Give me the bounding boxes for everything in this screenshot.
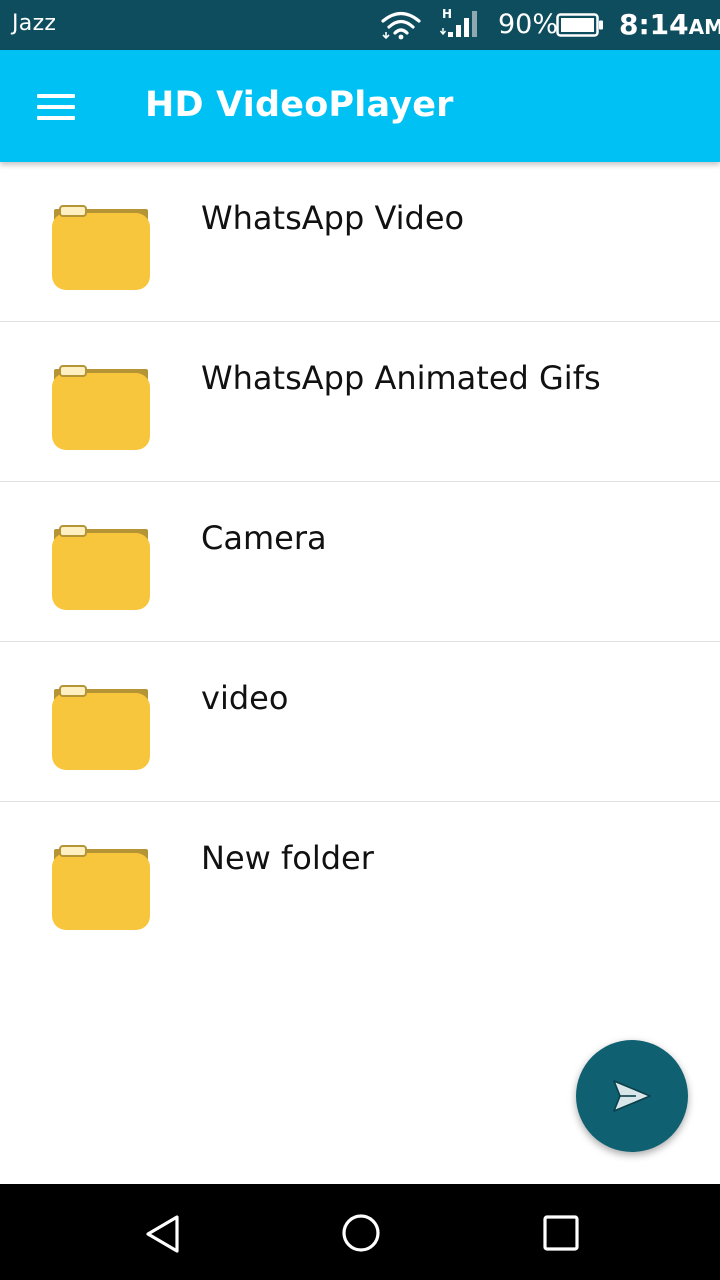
clock: 8:14AM	[619, 8, 720, 41]
battery-percent: 90%	[498, 9, 559, 40]
folder-icon	[52, 845, 150, 930]
folder-icon	[52, 525, 150, 610]
back-icon[interactable]	[140, 1212, 184, 1256]
home-icon[interactable]	[338, 1210, 384, 1256]
carrier-name: Jazz	[12, 11, 57, 36]
folder-name: video	[201, 679, 289, 717]
folder-name: Camera	[201, 519, 327, 557]
folder-icon	[52, 685, 150, 770]
send-icon	[613, 1080, 651, 1112]
folder-name: New folder	[201, 839, 374, 877]
clock-ampm: AM	[688, 15, 720, 39]
navigation-bar	[0, 1184, 720, 1280]
folder-name: WhatsApp Animated Gifs	[201, 359, 601, 397]
app-bar: HD VideoPlayer	[0, 50, 720, 162]
folder-item[interactable]: Camera	[0, 482, 720, 642]
signal-icon: H	[440, 7, 480, 40]
folder-list: WhatsApp Video WhatsApp Animated Gifs Ca…	[0, 162, 720, 962]
folder-item[interactable]: WhatsApp Video	[0, 162, 720, 322]
screen: Jazz H 90% 8:14AM HD VideoPlayer WhatsAp…	[0, 0, 720, 1280]
folder-item[interactable]: New folder	[0, 802, 720, 962]
battery-icon	[556, 13, 603, 37]
wifi-icon	[381, 11, 421, 40]
recents-icon[interactable]	[540, 1212, 582, 1254]
app-title: HD VideoPlayer	[145, 85, 454, 125]
folder-item[interactable]: video	[0, 642, 720, 802]
send-button[interactable]	[576, 1040, 688, 1152]
folder-icon	[52, 365, 150, 450]
folder-item[interactable]: WhatsApp Animated Gifs	[0, 322, 720, 482]
folder-icon	[52, 205, 150, 290]
folder-name: WhatsApp Video	[201, 199, 465, 237]
clock-time: 8:14	[619, 8, 689, 41]
hamburger-menu-icon[interactable]	[26, 80, 86, 132]
status-bar: Jazz H 90% 8:14AM	[0, 0, 720, 50]
